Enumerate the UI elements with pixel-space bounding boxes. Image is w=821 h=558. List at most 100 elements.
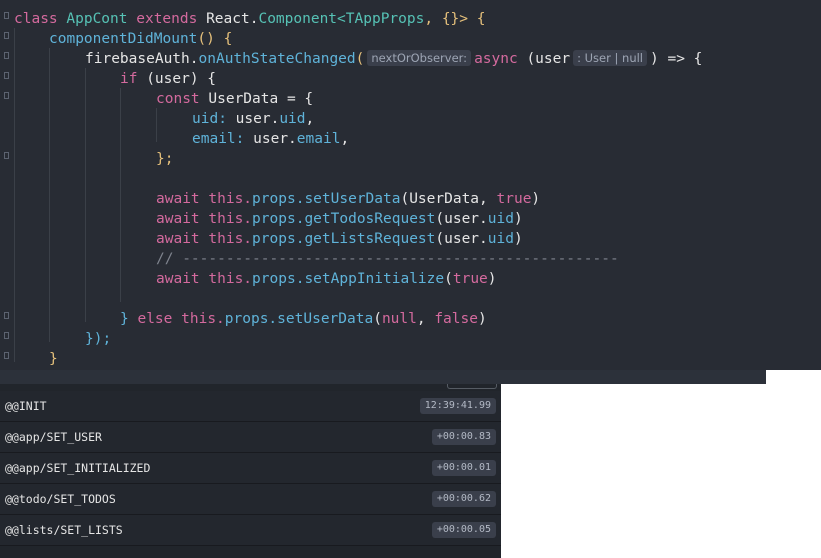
code-line-10: await this.props.getTodosRequest(user.ui… <box>156 209 523 229</box>
indent-guide <box>85 68 86 322</box>
keyword-token: const <box>156 91 200 107</box>
action-timestamp-badge: +00:00.01 <box>431 460 496 476</box>
action-list-item[interactable]: @@app/SET_USER +00:00.83 <box>0 422 501 453</box>
panel-handle[interactable] <box>447 384 497 389</box>
action-list-item[interactable]: @@todo/SET_TODOS +00:00.62 <box>0 484 501 515</box>
action-name: @@app/SET_INITIALIZED <box>5 461 151 475</box>
code-line-1: class AppCont extends React.Component<TA… <box>14 9 485 29</box>
identifier-token: (UserData, <box>400 191 497 207</box>
identifier-token: (user <box>526 51 571 67</box>
identifier-token: ) => { <box>650 51 703 67</box>
fold-marker-icon[interactable] <box>4 12 9 19</box>
code-line-14: } else this.props.setUserData(null, fals… <box>120 309 487 329</box>
identifier-token: (user. <box>435 231 488 247</box>
fold-marker-icon[interactable] <box>4 92 9 99</box>
type-token: Component <box>258 11 338 27</box>
class-name-token: AppCont <box>66 11 128 27</box>
comment-token: // -------------------------------------… <box>156 251 619 267</box>
code-line-5: const UserData = { <box>156 89 313 109</box>
action-list-item[interactable]: @@INIT 12:39:41.99 <box>0 391 501 422</box>
keyword-token: this. <box>208 211 253 227</box>
method-token: getTodosRequest <box>304 211 436 227</box>
identifier-token: React. <box>206 11 259 27</box>
keyword-token: this. <box>208 231 253 247</box>
identifier-token: user. <box>235 111 280 127</box>
fold-marker-icon[interactable] <box>4 52 9 59</box>
action-timestamp-badge: +00:00.62 <box>431 491 496 507</box>
method-token: componentDidMount <box>49 31 198 47</box>
code-line-2: componentDidMount() { <box>49 29 232 49</box>
identifier-token: ( <box>444 271 453 287</box>
action-name: @@todo/SET_TODOS <box>5 492 116 506</box>
code-line-12: // -------------------------------------… <box>156 249 619 269</box>
method-token: setUserData <box>277 311 374 327</box>
fold-marker-icon[interactable] <box>4 332 9 339</box>
boolean-token: false <box>434 311 478 327</box>
property-token: uid: <box>192 111 227 127</box>
boolean-token: true <box>496 191 532 207</box>
bracket-token: ( <box>355 51 365 67</box>
fold-marker-icon[interactable] <box>4 352 9 359</box>
identifier-token: (user. <box>435 211 488 227</box>
code-line-13: await this.props.setAppInitialize(true) <box>156 269 497 289</box>
punctuation-token: ) <box>477 311 487 327</box>
indent-guide <box>120 88 121 302</box>
action-name: @@app/SET_USER <box>5 430 102 444</box>
keyword-token: await <box>156 191 200 207</box>
property-token: uid <box>487 231 514 247</box>
keyword-token: class <box>14 11 58 27</box>
type-token: TAppProps <box>345 11 425 27</box>
redux-devtools-action-list: @@INIT 12:39:41.99 @@app/SET_USER +00:00… <box>0 384 501 558</box>
method-token: getListsRequest <box>304 231 436 247</box>
keyword-token: this. <box>208 191 253 207</box>
property-token: email: <box>192 131 245 147</box>
keyword-token: async <box>474 51 518 67</box>
editor-gutter <box>0 0 14 370</box>
action-timestamp-badge: 12:39:41.99 <box>419 398 496 414</box>
fold-marker-icon[interactable] <box>4 32 9 39</box>
keyword-token: await <box>156 211 200 227</box>
punctuation-token: , <box>416 311 435 327</box>
fold-marker-icon[interactable] <box>4 72 9 79</box>
punctuation-token: , <box>305 111 315 127</box>
bracket-token: } <box>120 311 129 327</box>
fold-marker-icon[interactable] <box>4 312 9 319</box>
property-token: props. <box>252 191 305 207</box>
action-timestamp-badge: +00:00.83 <box>431 429 496 445</box>
code-line-16: } <box>49 349 58 369</box>
generic-bracket-token: < <box>337 11 346 27</box>
code-line-15: }); <box>85 329 111 349</box>
action-timestamp-badge: +00:00.05 <box>431 522 496 538</box>
property-token: uid <box>487 211 514 227</box>
action-list-item[interactable]: @@app/SET_INITIALIZED +00:00.01 <box>0 453 501 484</box>
code-line-8: }; <box>156 149 173 169</box>
punctuation-token: ) <box>513 211 523 227</box>
action-name: @@lists/SET_LISTS <box>5 523 123 537</box>
code-line-7: email: user.email, <box>192 129 349 149</box>
code-editor[interactable]: class AppCont extends React.Component<TA… <box>0 0 821 370</box>
fold-marker-icon[interactable] <box>4 152 9 159</box>
keyword-token: this. <box>181 311 225 327</box>
action-name: @@INIT <box>5 399 47 413</box>
action-list-item[interactable]: @@lists/SET_LISTS +00:00.05 <box>0 515 501 546</box>
property-token: props. <box>252 271 305 287</box>
keyword-token: await <box>156 231 200 247</box>
keyword-token: extends <box>136 11 198 27</box>
identifier-token: ( <box>373 311 382 327</box>
keyword-token: if <box>120 71 138 87</box>
identifier-token: (user) { <box>146 71 217 87</box>
identifier-token: UserData = { <box>208 91 314 107</box>
type-hint: : User | null <box>573 50 648 66</box>
boolean-token: true <box>452 271 488 287</box>
punctuation-token: ) <box>531 191 541 207</box>
indent-guide <box>49 48 50 342</box>
code-line-3: firebaseAuth.onAuthStateChanged(nextOrOb… <box>85 49 702 69</box>
code-line-11: await this.props.getListsRequest(user.ui… <box>156 229 523 249</box>
identifier-token: firebaseAuth. <box>85 51 199 67</box>
property-token: props. <box>252 211 305 227</box>
method-token: onAuthStateChanged <box>198 51 356 67</box>
property-token: props. <box>224 311 278 327</box>
punctuation-token: , <box>340 131 350 147</box>
horizontal-scrollbar[interactable] <box>0 370 766 384</box>
keyword-token: else <box>137 311 173 327</box>
